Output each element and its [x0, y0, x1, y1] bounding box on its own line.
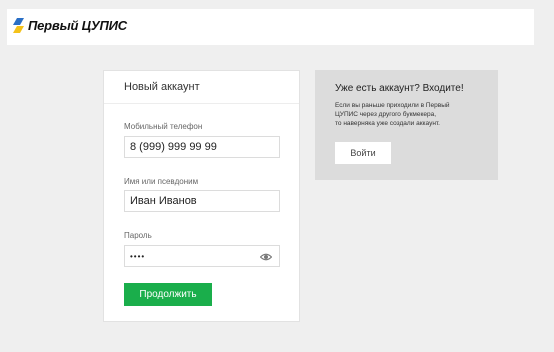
password-field[interactable]: •••• [124, 245, 280, 267]
login-panel-title: Уже есть аккаунт? Входите! [335, 83, 464, 94]
register-title: Новый аккаунт [104, 71, 299, 104]
name-label: Имя или псевдоним [124, 177, 199, 186]
login-panel-text: Если вы раньше приходили в Первый ЦУПИС … [335, 102, 450, 127]
eye-icon[interactable] [260, 251, 272, 263]
header-bar: Первый ЦУПИС [7, 9, 534, 45]
continue-button[interactable]: Продолжить [124, 283, 212, 306]
brand-name: Первый ЦУПИС [28, 18, 127, 33]
register-card: Новый аккаунт Мобильный телефон 8 (999) … [103, 70, 300, 322]
phone-label: Мобильный телефон [124, 122, 203, 131]
password-label: Пароль [124, 231, 152, 240]
name-field[interactable]: Иван Иванов [124, 190, 280, 212]
brand-logo[interactable]: Первый ЦУПИС [13, 18, 127, 33]
logo-mark-icon [13, 18, 24, 33]
login-panel: Уже есть аккаунт? Входите! Если вы раньш… [315, 70, 498, 180]
password-value: •••• [130, 251, 146, 261]
phone-field[interactable]: 8 (999) 999 99 99 [124, 136, 280, 158]
login-button[interactable]: Войти [335, 142, 391, 164]
